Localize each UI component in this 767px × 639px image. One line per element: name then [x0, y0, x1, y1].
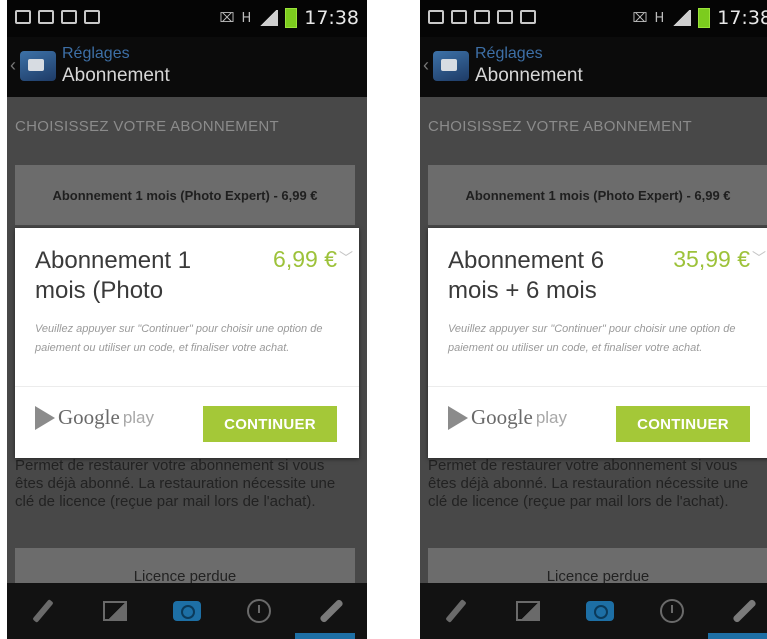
play-wordmark: play [535, 407, 568, 427]
notification-icons [428, 10, 536, 24]
lost-license-button[interactable]: Licence perdue [428, 548, 767, 588]
back-chevron-icon[interactable]: ‹ [10, 55, 16, 76]
nav-history[interactable] [652, 591, 692, 631]
action-bar: ‹ Réglages Abonnement [420, 37, 767, 97]
action-bar-title: Réglages [62, 45, 130, 62]
chevron-down-icon[interactable]: ﹀ [339, 248, 353, 268]
nav-settings[interactable] [311, 591, 351, 631]
image-notification-icon [451, 10, 467, 24]
notification-icon [38, 10, 54, 24]
mail-icon [15, 10, 31, 24]
action-bar: ‹ Réglages Abonnement [7, 37, 367, 97]
dialog-instructions: Veuillez appuyer sur "Continuer" pour ch… [35, 323, 323, 354]
bottom-nav [7, 583, 367, 639]
status-clock: 17:38 [304, 7, 359, 29]
nav-gallery[interactable] [508, 591, 548, 631]
nav-selected-indicator [295, 633, 355, 639]
google-play-purchase-dialog: Abonnement 1 mois (Photo 6,99 € ﹀ Veuill… [15, 228, 359, 458]
action-bar-subtitle: Abonnement [62, 65, 170, 86]
action-bar-title: Réglages [475, 45, 543, 62]
battery-icon [698, 8, 711, 28]
play-triangle-icon [35, 405, 55, 430]
camera-icon [586, 601, 614, 621]
dialog-divider [15, 386, 359, 387]
google-wordmark: Google [58, 405, 120, 429]
status-clock: 17:38 [717, 7, 767, 29]
back-chevron-icon[interactable]: ‹ [423, 55, 429, 76]
continue-button[interactable]: CONTINUER [616, 406, 750, 442]
nav-selected-indicator [708, 633, 767, 639]
screenshot-icon [84, 10, 100, 24]
nav-camera[interactable] [167, 591, 207, 631]
notification-icon [61, 10, 77, 24]
network-type-label: H [241, 10, 252, 26]
subscription-button[interactable]: Abonnement 1 mois (Photo Expert) - 6,99 … [428, 165, 767, 225]
notification-icon [474, 10, 490, 24]
section-title: CHOISISSEZ VOTRE ABONNEMENT [428, 118, 692, 135]
google-wordmark: Google [471, 405, 533, 429]
nav-history[interactable] [239, 591, 279, 631]
image-icon [516, 601, 540, 621]
app-icon[interactable] [433, 51, 469, 81]
action-bar-subtitle: Abonnement [475, 65, 583, 86]
nfc-icon: ⌧ [632, 10, 648, 26]
google-play-logo: Google play [35, 405, 154, 430]
status-bar: ⌧ H 17:38 [7, 0, 367, 37]
google-play-logo: Google play [448, 405, 567, 430]
clock-icon [247, 599, 271, 623]
phone-screen-right: ⌧ H 17:38 ‹ Réglages Abonnement CHOISISS… [420, 0, 767, 639]
subscription-button[interactable]: Abonnement 1 mois (Photo Expert) - 6,99 … [15, 165, 355, 225]
phone-screen-left: ⌧ H 17:38 ‹ Réglages Abonnement CHOISISS… [7, 0, 367, 639]
camera-icon [173, 601, 201, 621]
lost-license-button[interactable]: Licence perdue [15, 548, 355, 588]
signal-icon [671, 10, 692, 26]
dialog-instructions: Veuillez appuyer sur "Continuer" pour ch… [448, 323, 736, 354]
wrench-icon [731, 598, 757, 624]
nav-settings[interactable] [724, 591, 764, 631]
google-play-purchase-dialog: Abonnement 6 mois + 6 mois 35,99 € ﹀ Veu… [428, 228, 767, 458]
nfc-icon: ⌧ [219, 10, 235, 26]
nav-edit[interactable] [436, 591, 476, 631]
dialog-price[interactable]: 6,99 € [273, 246, 337, 273]
dialog-price[interactable]: 35,99 € [673, 246, 750, 273]
mail-icon [428, 10, 444, 24]
pencil-icon [32, 599, 54, 623]
clock-icon [660, 599, 684, 623]
pencil-icon [445, 599, 467, 623]
notification-icons [15, 10, 100, 24]
chevron-down-icon[interactable]: ﹀ [752, 248, 766, 268]
signal-icon [258, 10, 279, 26]
restore-description: Permet de restaurer votre abonnement si … [15, 457, 336, 510]
battery-icon [285, 8, 298, 28]
notification-icon [497, 10, 513, 24]
nav-edit[interactable] [23, 591, 63, 631]
play-wordmark: play [122, 407, 155, 427]
dialog-product-title: Abonnement 6 mois + 6 mois [448, 247, 605, 304]
wrench-icon [318, 598, 344, 624]
dialog-divider [428, 386, 767, 387]
image-icon [103, 601, 127, 621]
app-icon[interactable] [20, 51, 56, 81]
screenshot-icon [520, 10, 536, 24]
status-bar: ⌧ H 17:38 [420, 0, 767, 37]
section-title: CHOISISSEZ VOTRE ABONNEMENT [15, 118, 279, 135]
network-type-label: H [654, 10, 665, 26]
play-triangle-icon [448, 405, 468, 430]
nav-gallery[interactable] [95, 591, 135, 631]
restore-description: Permet de restaurer votre abonnement si … [428, 457, 749, 510]
bottom-nav [420, 583, 767, 639]
nav-camera[interactable] [580, 591, 620, 631]
continue-button[interactable]: CONTINUER [203, 406, 337, 442]
dialog-product-title: Abonnement 1 mois (Photo [35, 247, 192, 304]
